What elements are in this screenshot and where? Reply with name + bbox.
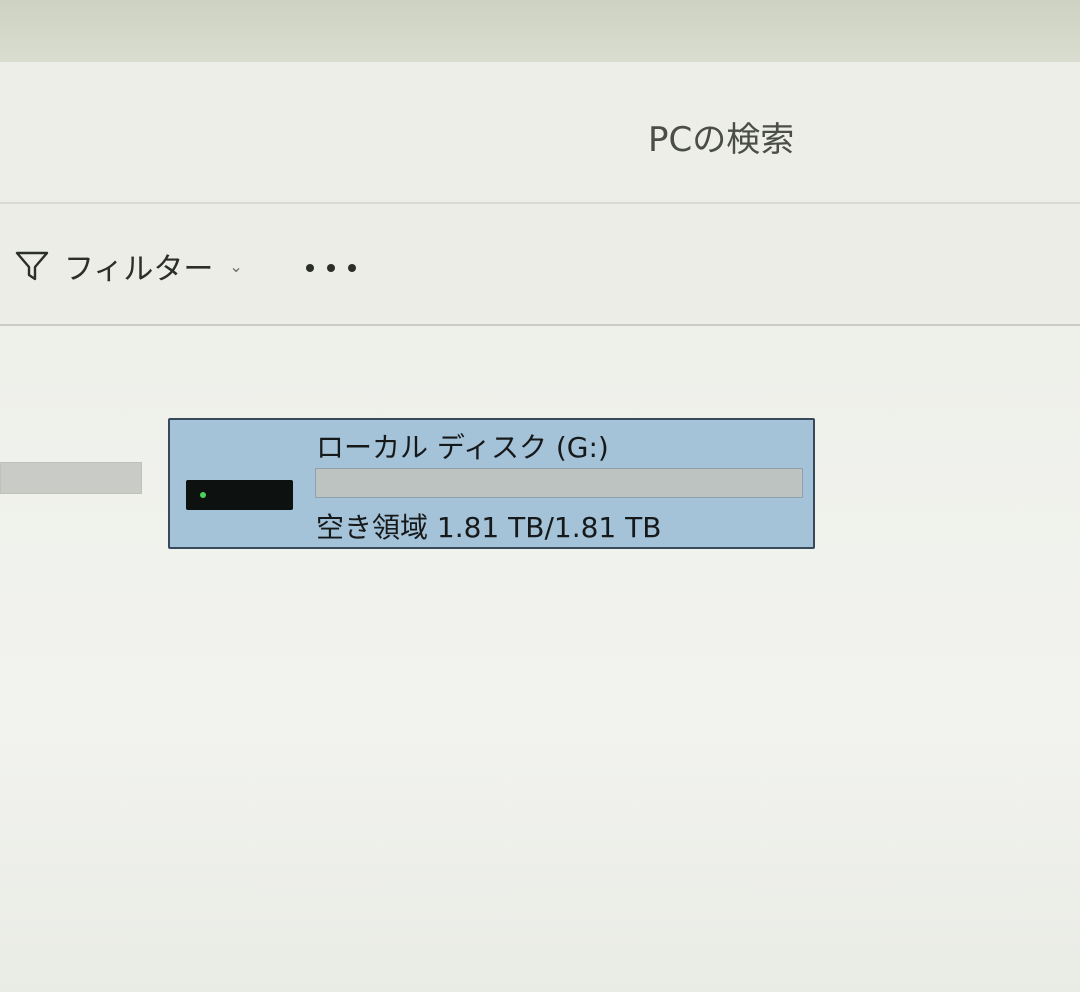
drive-usage-bar <box>315 468 803 498</box>
title-bar <box>0 62 1080 202</box>
search-input[interactable]: PCの検索 <box>648 112 794 161</box>
more-icon-dot <box>348 264 356 272</box>
more-options-button[interactable] <box>306 250 356 286</box>
drive-name: ローカル ディスク (G:) <box>316 431 609 464</box>
filter-button[interactable]: フィルター ⌄ <box>14 244 243 288</box>
file-explorer-window: PCの検索 フィルター ⌄ ローカル ディスク (G:) 空き領域 1.81 T… <box>0 0 1080 992</box>
window-top-edge <box>0 0 1080 62</box>
drive-led <box>200 492 206 498</box>
adjacent-drive-usage-bar[interactable] <box>0 462 142 494</box>
drive-free-space: 空き領域 1.81 TB/1.81 TB <box>316 511 662 544</box>
filter-label: フィルター <box>64 252 214 287</box>
more-icon-dot <box>306 264 314 272</box>
hard-drive-icon <box>186 480 293 510</box>
filter-icon <box>14 248 50 284</box>
more-icon-dot <box>327 264 335 272</box>
drive-tile-g[interactable]: ローカル ディスク (G:) 空き領域 1.81 TB/1.81 TB <box>168 418 815 549</box>
chevron-down-icon: ⌄ <box>229 256 243 276</box>
